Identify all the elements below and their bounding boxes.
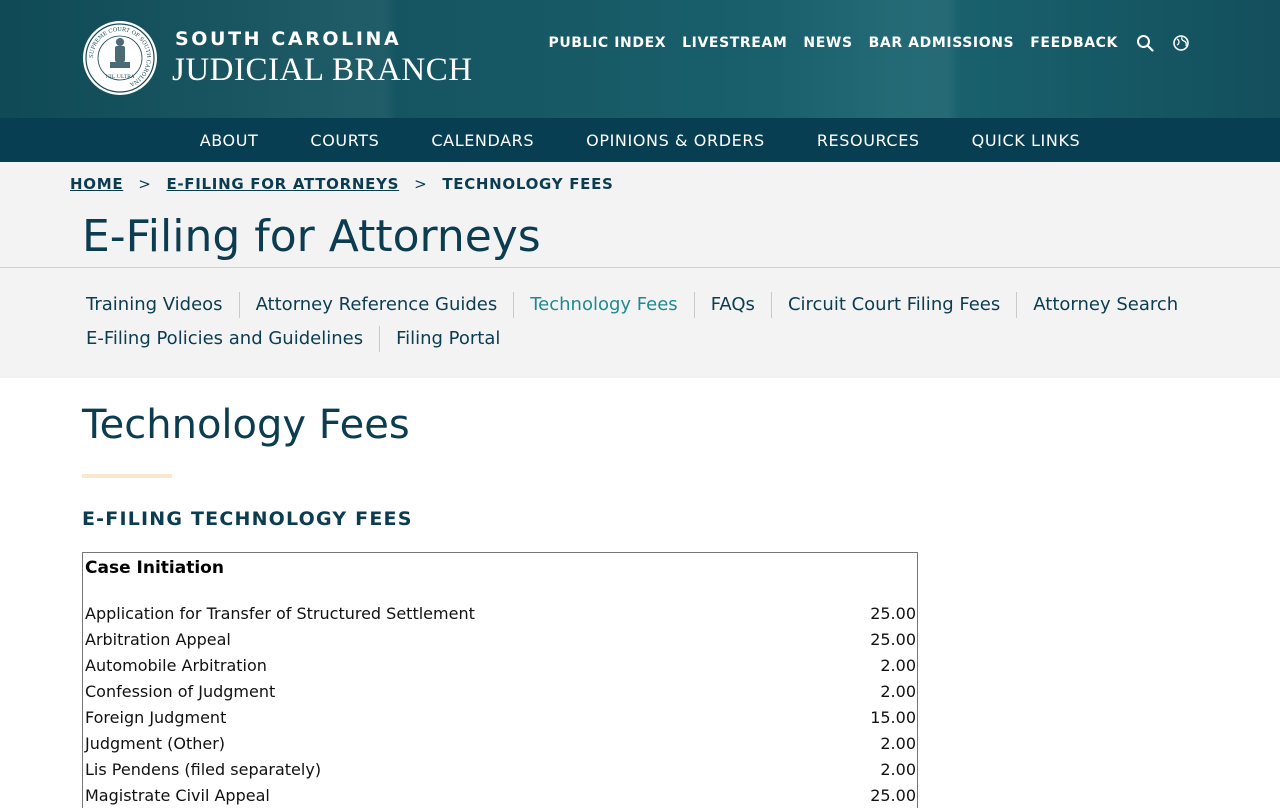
utility-nav: PUBLIC INDEX LIVESTREAM NEWS BAR ADMISSI… xyxy=(548,34,1190,52)
util-link-bar-admissions[interactable]: BAR ADMISSIONS xyxy=(869,35,1015,51)
table-row: Magistrate Civil Appeal 25.00 xyxy=(83,782,918,808)
fees-heading: E-FILING TECHNOLOGY FEES xyxy=(82,508,413,530)
seal-motto: NIL ULTRA xyxy=(105,74,134,80)
section-band: HOME > E-FILING FOR ATTORNEYS > TECHNOLO… xyxy=(0,162,1280,378)
breadcrumb-current: TECHNOLOGY FEES xyxy=(442,175,614,193)
fee-item: Magistrate Civil Appeal xyxy=(85,785,270,805)
search-icon[interactable] xyxy=(1136,34,1154,52)
table-row: Confession of Judgment 2.00 xyxy=(83,678,918,704)
table-row: Foreign Judgment 15.00 xyxy=(83,704,918,730)
util-link-livestream[interactable]: LIVESTREAM xyxy=(682,35,787,51)
breadcrumb-separator: > xyxy=(138,175,152,193)
subnav-row: Training Videos Attorney Reference Guide… xyxy=(70,288,1280,322)
title-accent-bar xyxy=(82,474,172,478)
table-row: Arbitration Appeal 25.00 xyxy=(83,626,918,652)
fee-item: Lis Pendens (filed separately) xyxy=(85,759,322,779)
table-row: Application for Transfer of Structured S… xyxy=(83,600,918,626)
table-caption-row: Case Initiation xyxy=(83,553,918,601)
nav-item-courts[interactable]: COURTS xyxy=(284,131,405,150)
fee-item: Foreign Judgment xyxy=(85,707,227,727)
section-title: E-Filing for Attorneys xyxy=(82,211,541,262)
subnav-training-videos[interactable]: Training Videos xyxy=(70,292,239,318)
fee-item: Application for Transfer of Structured S… xyxy=(85,603,475,623)
page-title: Technology Fees xyxy=(82,402,410,448)
brand-name: JUDICIAL BRANCH xyxy=(172,52,473,88)
fee-amount: 2.00 xyxy=(880,655,916,675)
breadcrumb: HOME > E-FILING FOR ATTORNEYS > TECHNOLO… xyxy=(0,162,1280,203)
fee-amount: 2.00 xyxy=(880,733,916,753)
breadcrumb-efiling[interactable]: E-FILING FOR ATTORNEYS xyxy=(166,175,399,193)
fee-item: Judgment (Other) xyxy=(85,733,226,753)
brand-state: SOUTH CAROLINA xyxy=(175,28,402,50)
fee-amount: 2.00 xyxy=(880,759,916,779)
table-row: Automobile Arbitration 2.00 xyxy=(83,652,918,678)
fee-amount: 25.00 xyxy=(870,603,916,623)
nav-item-quick-links[interactable]: QUICK LINKS xyxy=(946,131,1107,150)
fee-amount: 25.00 xyxy=(870,629,916,649)
util-link-feedback[interactable]: FEEDBACK xyxy=(1030,35,1118,51)
subnav-attorney-reference-guides[interactable]: Attorney Reference Guides xyxy=(238,292,514,318)
fee-amount: 2.00 xyxy=(880,681,916,701)
nav-item-about[interactable]: ABOUT xyxy=(174,131,285,150)
main-content: Technology Fees E-FILING TECHNOLOGY FEES… xyxy=(0,378,1280,808)
main-nav: ABOUT COURTS CALENDARS OPINIONS & ORDERS… xyxy=(0,118,1280,162)
subnav-faqs[interactable]: FAQs xyxy=(693,292,771,318)
subnav-attorney-search[interactable]: Attorney Search xyxy=(1016,292,1194,318)
section-subnav: Training Videos Attorney Reference Guide… xyxy=(0,267,1280,378)
globe-icon[interactable] xyxy=(1172,34,1190,52)
breadcrumb-home[interactable]: HOME xyxy=(70,175,123,193)
util-link-news[interactable]: NEWS xyxy=(803,35,852,51)
subnav-technology-fees[interactable]: Technology Fees xyxy=(513,292,693,318)
subnav-efiling-policies[interactable]: E-Filing Policies and Guidelines xyxy=(70,326,379,352)
table-row: Lis Pendens (filed separately) 2.00 xyxy=(83,756,918,782)
subnav-row: E-Filing Policies and Guidelines Filing … xyxy=(70,322,1280,356)
breadcrumb-separator: > xyxy=(414,175,428,193)
site-brand[interactable]: SOUTH CAROLINA JUDICIAL BRANCH xyxy=(172,28,473,89)
fee-item: Arbitration Appeal xyxy=(85,629,231,649)
nav-item-resources[interactable]: RESOURCES xyxy=(791,131,946,150)
subnav-circuit-court-filing-fees[interactable]: Circuit Court Filing Fees xyxy=(770,292,1016,318)
fee-item: Confession of Judgment xyxy=(85,681,276,701)
site-header: SUPREME COURT OF SOUTH CAROLINA NIL ULTR… xyxy=(0,0,1280,118)
nav-item-calendars[interactable]: CALENDARS xyxy=(405,131,560,150)
table-caption: Case Initiation xyxy=(85,558,224,578)
fee-amount: 25.00 xyxy=(870,785,916,805)
fee-item: Automobile Arbitration xyxy=(85,655,267,675)
technology-fee-table: Case Initiation Application for Transfer… xyxy=(82,552,918,808)
fee-amount: 15.00 xyxy=(870,707,916,727)
nav-item-opinions-orders[interactable]: OPINIONS & ORDERS xyxy=(560,131,791,150)
table-row: Judgment (Other) 2.00 xyxy=(83,730,918,756)
judicial-seal-logo[interactable]: SUPREME COURT OF SOUTH CAROLINA NIL ULTR… xyxy=(82,20,158,96)
subnav-filing-portal[interactable]: Filing Portal xyxy=(379,326,516,352)
util-link-public-index[interactable]: PUBLIC INDEX xyxy=(548,35,666,51)
